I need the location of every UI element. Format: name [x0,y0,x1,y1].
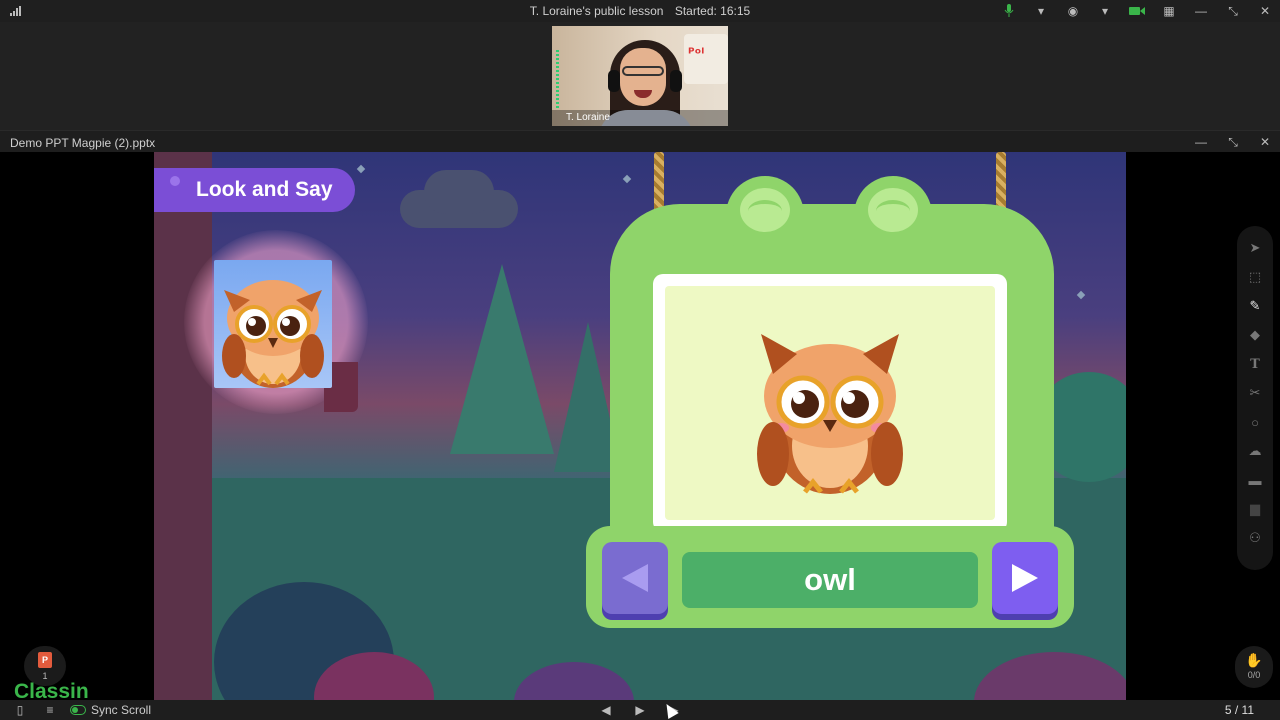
video-camera-icon[interactable] [1128,2,1146,20]
picture-card [653,274,1007,532]
hand-raise-button[interactable]: ✋ 0/0 [1235,646,1273,688]
pine-tree-decoration [450,264,554,454]
camera-setting-icon[interactable]: ◉ [1064,2,1082,20]
owl-icon [222,280,324,388]
select-icon[interactable]: ⬚ [1245,267,1265,287]
section-label: Look and Say [154,168,355,212]
document-filename: Demo PPT Magpie (2).pptx [10,136,156,150]
next-word-button[interactable] [992,542,1058,614]
owl-icon [757,334,903,494]
participant-name: T. Loraine [552,110,728,126]
frog-eye-decoration [854,176,932,246]
grid-layout-icon[interactable]: ▦ [1160,2,1178,20]
title-bar: T. Loraine's public lesson Started: 16:1… [0,0,1280,22]
chat-icon[interactable]: ▆ [1245,499,1265,519]
eraser-icon[interactable]: ◆ [1245,325,1265,345]
minimize-icon[interactable]: — [1192,2,1210,20]
cloud-icon[interactable]: ☁ [1245,441,1265,461]
sidebar-toggle-icon[interactable]: ▯ [12,702,28,718]
page-indicator: 5 / 11 [1224,703,1254,717]
slide-canvas[interactable]: Look and Say owl [154,152,1126,700]
previous-word-button[interactable] [602,542,668,614]
previous-slide-icon[interactable]: ◀ [598,702,614,718]
audio-level-indicator [556,50,559,110]
cloud-decoration [424,170,494,214]
outline-icon[interactable]: ≡ [42,702,58,718]
sync-scroll-label: Sync Scroll [91,703,152,717]
restore-icon[interactable]: ⤡ [1224,133,1242,151]
wall-poster: ᴾᵒˡ [684,34,728,84]
pointer-icon[interactable]: ➤ [1245,238,1265,258]
lesson-name: T. Loraine's public lesson [529,4,664,18]
vocabulary-word: owl [682,552,978,608]
teacher-video-tile[interactable]: ᴾᵒˡ T. Loraine [552,26,728,126]
minimize-icon[interactable]: — [1192,133,1210,151]
bottom-bar: ▯ ≡ Sync Scroll ◀ ▶ ▶ 5 / 11 [0,700,1280,720]
chevron-down-icon[interactable]: ▾ [1096,2,1114,20]
scissors-icon[interactable]: ✂ [1245,383,1265,403]
play-icon[interactable]: ▶ [632,702,648,718]
video-strip: ᴾᵒˡ T. Loraine [0,22,1280,130]
arrow-left-icon [622,564,648,592]
restore-icon[interactable]: ⤡ [1224,2,1242,20]
pen-icon[interactable]: ✎ [1245,296,1265,316]
close-icon[interactable]: ✕ [1256,2,1274,20]
microphone-icon[interactable] [1000,2,1018,20]
tree-trunk-decoration [154,152,212,700]
shape-icon[interactable]: ○ [1245,412,1265,432]
toolbox-icon[interactable]: ▬ [1245,470,1265,490]
ppt-file-icon: P [38,652,52,668]
owl-thumbnail[interactable] [214,260,332,388]
close-icon[interactable]: ✕ [1256,133,1274,151]
lesson-started-time: Started: 16:15 [674,4,751,18]
sync-scroll-toggle[interactable]: Sync Scroll [70,703,151,717]
document-title-bar: Demo PPT Magpie (2).pptx — ⤡ ✕ [0,130,1280,152]
users-icon[interactable]: ⚇ [1245,528,1265,548]
toggle-switch-icon [70,705,86,715]
arrow-right-icon [1012,564,1038,592]
hand-raise-icon: ✋ [1245,652,1263,668]
text-icon[interactable]: T [1245,354,1265,374]
chevron-down-icon[interactable]: ▾ [1032,2,1050,20]
hand-raise-count: 0/0 [1247,670,1261,680]
frog-eye-decoration [726,176,804,246]
annotation-toolbar: ➤ ⬚ ✎ ◆ T ✂ ○ ☁ ▬ ▆ ⚇ [1237,226,1273,570]
